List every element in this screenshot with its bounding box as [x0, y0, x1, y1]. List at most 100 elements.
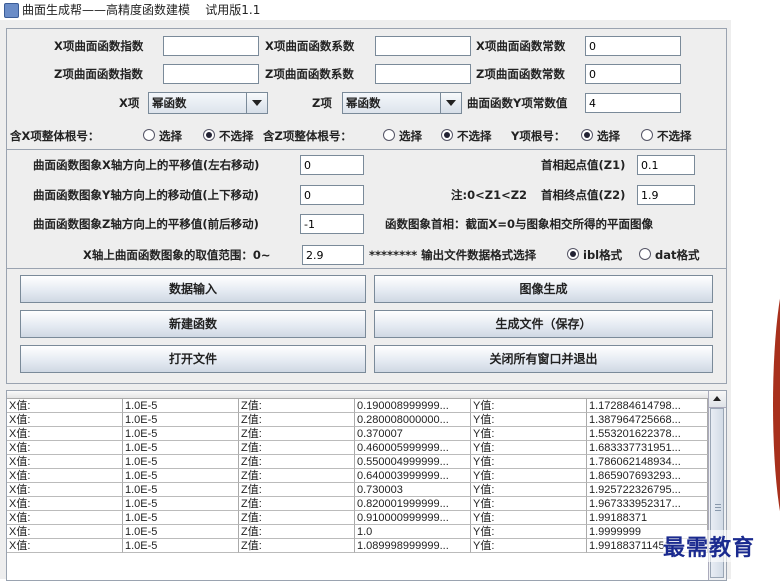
y-const-input[interactable]	[585, 93, 681, 113]
x-type-label: X项	[119, 96, 140, 110]
z2-input[interactable]	[637, 185, 695, 205]
table-cell: X值:	[7, 511, 123, 525]
radio-checked-icon	[441, 129, 453, 141]
first-phase-description: 函数图象首相：截面X=0与图象相交所得的平面图像	[385, 217, 654, 231]
z-type-label: Z项	[312, 96, 332, 110]
z-shift-label: 曲面函数图象Z轴方向上的平移值(前后移动)	[33, 217, 259, 231]
table-cell: 1.967333952317...	[587, 497, 708, 511]
table-cell: X值:	[7, 497, 123, 511]
table-cell: 0.640003999999...	[355, 469, 471, 483]
save-file-button[interactable]: 生成文件（保存）	[374, 310, 713, 338]
y-root-none-radio[interactable]: 不选择	[641, 126, 692, 146]
z-exponent-label: Z项曲面函数指数	[54, 67, 143, 81]
format-dat-radio[interactable]: dat格式	[639, 245, 700, 265]
z-const-label: Z项曲面函数常数	[476, 67, 565, 81]
x-root-select-radio[interactable]: 选择	[143, 126, 182, 146]
table-cell: Y值:	[471, 483, 587, 497]
x-exponent-input[interactable]	[163, 36, 259, 56]
table-cell: 1.387964725668...	[587, 413, 708, 427]
table-cell: 1.0E-5	[123, 525, 239, 539]
table-cell: X值:	[7, 539, 123, 553]
table-cell: 0.460005999999...	[355, 441, 471, 455]
params-panel: 曲面函数图象X轴方向上的平移值(左右移动) 曲面函数图象Y轴方向上的移动值(上下…	[6, 149, 727, 269]
table-row[interactable]: X值: 1.0E-5 Z值: 0.910000999999... Y值: 1.991883…	[7, 511, 708, 525]
table-cell: Z值:	[239, 427, 355, 441]
table-cell: 1.0E-5	[123, 483, 239, 497]
table-cell: 1.99188371	[587, 511, 708, 525]
z-shift-input[interactable]	[300, 214, 364, 234]
table-row[interactable]: X值: 1.0E-5 Z值: 0.550004999999... Y值: 1.786062…	[7, 455, 708, 469]
table-cell: Z值:	[239, 525, 355, 539]
table-cell: X值:	[7, 441, 123, 455]
table-cell: Y值:	[471, 427, 587, 441]
table-row[interactable]: X值: 1.0E-5 Z值: 0.640003999999... Y值: 1.865907…	[7, 469, 708, 483]
table-cell: 1.553201622378...	[587, 427, 708, 441]
table-row[interactable]: X值: 1.0E-5 Z值: 1.089998999999... Y值: 1.991883…	[7, 539, 708, 553]
z-exponent-input[interactable]	[163, 64, 259, 84]
table-row[interactable]: X值: 1.0E-5 Z值: 0.730003 Y值: 1.925722326795...	[7, 483, 708, 497]
x-range-label: X轴上曲面函数图象的取值范围：0~	[83, 248, 271, 262]
z-coef-label: Z项曲面函数系数	[265, 67, 354, 81]
table-cell: 1.925722326795...	[587, 483, 708, 497]
x-range-input[interactable]	[302, 245, 364, 265]
table-cell: Y值:	[471, 497, 587, 511]
y-const-label: 曲面函数Y项常数值	[467, 96, 568, 110]
table-cell: 0.910000999999...	[355, 511, 471, 525]
preview-area	[731, 20, 780, 579]
close-all-button[interactable]: 关闭所有窗口并退出	[374, 345, 713, 373]
new-function-button[interactable]: 新建函数	[20, 310, 366, 338]
table-row[interactable]: X值: 1.0E-5 Z值: 0.820001999999... Y值: 1.967333…	[7, 497, 708, 511]
z-const-input[interactable]	[585, 64, 681, 84]
table-cell: Z值:	[239, 497, 355, 511]
function-panel: X项曲面函数指数 X项曲面函数系数 X项曲面函数常数 Z项曲面函数指数 Z项曲面…	[6, 28, 727, 150]
table-row[interactable]: X值: 1.0E-5 Z值: 0.190008999999... Y值: 1.172884…	[7, 399, 708, 413]
table-cell: 1.0E-5	[123, 399, 239, 413]
scroll-up-icon[interactable]	[709, 391, 726, 408]
surface-preview	[773, 265, 780, 545]
generate-image-button[interactable]: 图像生成	[374, 275, 713, 303]
table-cell: Z值:	[239, 399, 355, 413]
radio-icon	[143, 129, 155, 141]
z-coef-input[interactable]	[375, 64, 471, 84]
data-input-button[interactable]: 数据输入	[20, 275, 366, 303]
z-root-label: 含Z项整体根号：	[263, 129, 352, 143]
open-file-button[interactable]: 打开文件	[20, 345, 366, 373]
table-cell: Y值:	[471, 455, 587, 469]
x-coef-input[interactable]	[375, 36, 471, 56]
table-row[interactable]: X值: 1.0E-5 Z值: 0.460005999999... Y值: 1.683337…	[7, 441, 708, 455]
table-cell: 1.089998999999...	[355, 539, 471, 553]
x-const-input[interactable]	[585, 36, 681, 56]
table-header	[7, 391, 708, 399]
table-row[interactable]: X值: 1.0E-5 Z值: 0.370007 Y值: 1.553201622378...	[7, 427, 708, 441]
z1-input[interactable]	[637, 155, 695, 175]
x-type-select[interactable]: 幂函数	[148, 92, 268, 114]
table-cell: 1.0E-5	[123, 441, 239, 455]
x-root-none-radio[interactable]: 不选择	[203, 126, 254, 146]
x-shift-input[interactable]	[300, 155, 364, 175]
table-row[interactable]: X值: 1.0E-5 Z值: 0.280008000000... Y值: 1.387964…	[7, 413, 708, 427]
table-cell: 1.172884614798...	[587, 399, 708, 413]
z-root-none-radio[interactable]: 不选择	[441, 126, 492, 146]
table-body: X值: 1.0E-5 Z值: 0.190008999999... Y值: 1.172884…	[7, 399, 708, 553]
z-root-select-radio[interactable]: 选择	[383, 126, 422, 146]
results-table[interactable]: X值: 1.0E-5 Z值: 0.190008999999... Y值: 1.172884…	[6, 390, 727, 581]
table-cell: 1.0E-5	[123, 539, 239, 553]
x-root-label: 含X项整体根号：	[10, 129, 100, 143]
table-cell: Y值:	[471, 469, 587, 483]
table-cell: X值:	[7, 427, 123, 441]
y-shift-input[interactable]	[300, 185, 364, 205]
x-exponent-label: X项曲面函数指数	[54, 39, 144, 53]
range-note: 注:0<Z1<Z2	[451, 188, 528, 202]
z-type-value: 幂函数	[346, 96, 381, 110]
table-cell: Y值:	[471, 525, 587, 539]
table-cell: 1.683337731951...	[587, 441, 708, 455]
title-bar: 曲面生成帮——高精度函数建模 试用版1.1	[0, 0, 780, 20]
format-ibl-radio[interactable]: ibl格式	[567, 245, 622, 265]
y-root-select-radio[interactable]: 选择	[581, 126, 620, 146]
chevron-down-icon[interactable]	[440, 93, 461, 113]
table-cell: Z值:	[239, 455, 355, 469]
z-type-select[interactable]: 幂函数	[342, 92, 462, 114]
chevron-down-icon[interactable]	[246, 93, 267, 113]
table-row[interactable]: X值: 1.0E-5 Z值: 1.0 Y值: 1.9999999	[7, 525, 708, 539]
table-cell: X值:	[7, 483, 123, 497]
